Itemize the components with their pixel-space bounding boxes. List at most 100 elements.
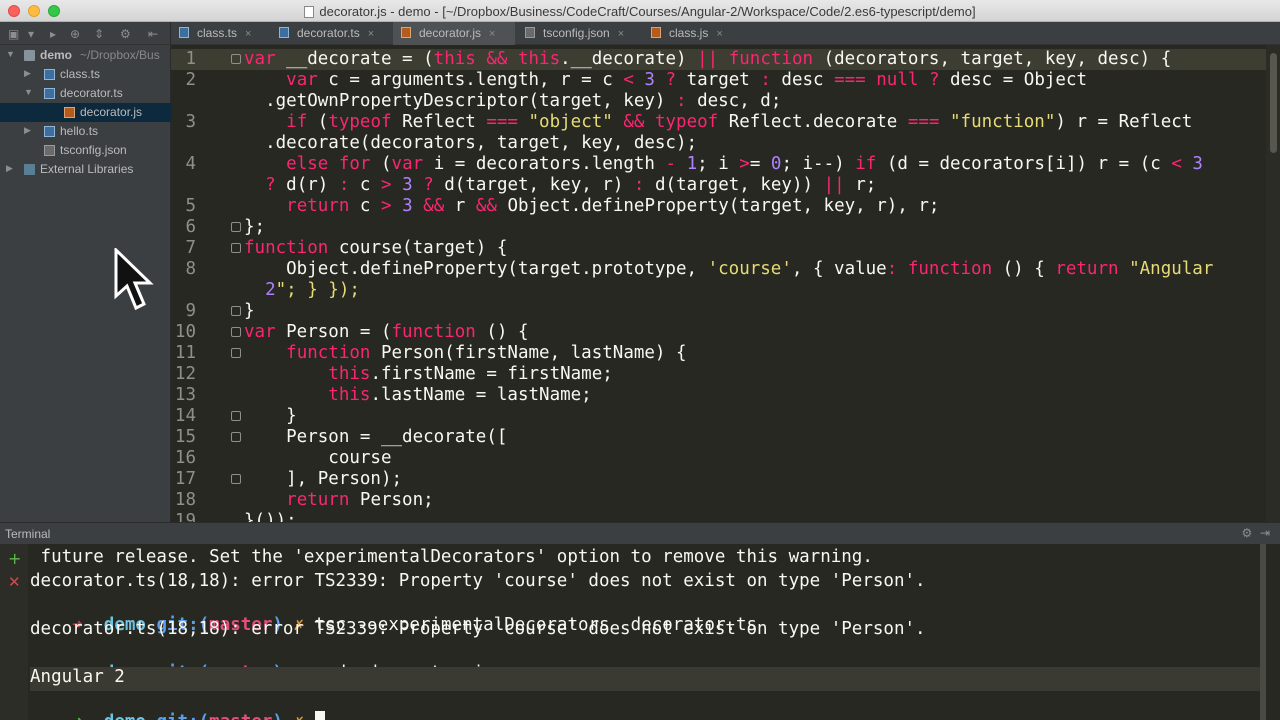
line-number: 16 (174, 448, 196, 468)
code-line[interactable]: 12 this.firstName = firstName; (171, 364, 1280, 385)
code-line[interactable]: 7 function course(target) { (171, 238, 1280, 259)
code-line[interactable]: 6}; (171, 217, 1280, 238)
close-icon[interactable]: × (618, 28, 624, 40)
code-text: ], Person); (244, 469, 403, 489)
code-line[interactable]: 8 Object.defineProperty(target.prototype… (171, 259, 1280, 280)
chevron-right-icon[interactable]: ▸ (50, 27, 56, 41)
code-text: return c > 3 && r && Object.defineProper… (286, 196, 940, 216)
gear-icon[interactable]: ⚙ (120, 27, 131, 41)
code-line[interactable]: 19}()); (171, 511, 1280, 522)
project-path: ~/Dropbox/Bus (80, 48, 160, 62)
code-text: this.firstName = firstName; (328, 364, 613, 384)
tree-item-project-root[interactable]: ▼ demo ~/Dropbox/Bus (0, 46, 171, 65)
line-number: 2 (185, 70, 196, 90)
json-file-icon (44, 145, 55, 156)
editor-scrollbar-thumb[interactable] (1270, 53, 1277, 153)
code-line[interactable]: 1 var __decorate = (this && this.__decora… (171, 49, 1280, 70)
fold-marker-icon[interactable] (231, 222, 241, 232)
code-line[interactable]: 4 else for (var i = decorators.length - … (171, 154, 1280, 175)
terminal-panel[interactable]: + ✕ future release. Set the 'experimenta… (0, 544, 1280, 720)
prompt-dir: demo (104, 712, 146, 720)
code-line[interactable]: 17 ], Person); (171, 469, 1280, 490)
new-session-icon[interactable]: + (8, 549, 21, 568)
code-text: if (typeof Reflect === "object" && typeo… (286, 112, 1193, 132)
chevron-right-icon[interactable]: ▶ (24, 125, 31, 136)
code-text: return Person; (286, 490, 434, 510)
code-text: .decorate(decorators, target, key, desc)… (244, 133, 698, 153)
fold-marker-icon[interactable] (231, 306, 241, 316)
line-number: 3 (185, 112, 196, 132)
hide-icon[interactable]: ⇤ (148, 27, 158, 41)
tab-decorator-ts[interactable]: decorator.ts × (271, 22, 393, 45)
chevron-right-icon[interactable]: ▶ (6, 163, 13, 174)
code-text: function Person(firstName, lastName) { (286, 343, 687, 363)
dropdown-icon[interactable]: ▾ (28, 27, 34, 41)
gear-icon[interactable]: ⚙ (1242, 526, 1253, 540)
fold-marker-icon[interactable] (231, 243, 241, 253)
code-line[interactable]: 18 return Person; (171, 490, 1280, 511)
fold-marker-icon[interactable] (231, 327, 241, 337)
tree-item-tsconfig-json[interactable]: tsconfig.json (0, 141, 171, 160)
tree-item-hello-ts[interactable]: ▶ hello.ts (0, 122, 171, 141)
close-icon[interactable]: × (245, 28, 251, 40)
code-line[interactable]: ? d(r) : c > 3 ? d(target, key, r) : d(t… (171, 175, 1280, 196)
tree-item-class-ts[interactable]: ▶ class.ts (0, 65, 171, 84)
fold-marker-icon[interactable] (231, 348, 241, 358)
code-line[interactable]: 10 var Person = (function () { (171, 322, 1280, 343)
typescript-file-icon (279, 27, 289, 38)
code-editor[interactable]: 1 var __decorate = (this && this.__decora… (171, 45, 1280, 522)
close-icon[interactable]: × (368, 28, 374, 40)
tab-label: tsconfig.json (543, 26, 610, 40)
chevron-right-icon[interactable]: ▶ (24, 68, 31, 79)
project-name: demo (40, 48, 73, 62)
project-view-icon[interactable]: ▣ (8, 27, 19, 41)
code-text: var c = arguments.length, r = c < 3 ? ta… (286, 70, 1088, 90)
code-line[interactable]: 2 var c = arguments.length, r = c < 3 ? … (171, 70, 1280, 91)
line-number: 10 (174, 322, 196, 342)
hide-icon[interactable]: ⇥ (1260, 526, 1270, 540)
code-line[interactable]: 13 this.lastName = lastName; (171, 385, 1280, 406)
tree-item-decorator-js[interactable]: decorator.js (0, 103, 171, 122)
code-text: .getOwnPropertyDescriptor(target, key) :… (244, 91, 782, 111)
code-line[interactable]: 14 } (171, 406, 1280, 427)
close-icon[interactable]: × (489, 28, 495, 40)
terminal-active-prompt[interactable]: ➜ demo git:(master) ✗ (30, 691, 1260, 720)
fold-marker-icon[interactable] (231, 474, 241, 484)
fold-marker-icon[interactable] (231, 432, 241, 442)
code-line[interactable]: .decorate(decorators, target, key, desc)… (171, 133, 1280, 154)
collapse-icon[interactable]: ⇕ (94, 27, 104, 41)
code-line[interactable]: .getOwnPropertyDescriptor(target, key) :… (171, 91, 1280, 112)
sidebar-toolbar: ▣ ▾ ▸ ⊕ ⇕ ⚙ ⇤ (0, 22, 170, 45)
tab-decorator-js[interactable]: decorator.js × (393, 22, 515, 45)
chevron-down-icon[interactable]: ▼ (24, 87, 33, 97)
editor-scrollbar[interactable] (1266, 45, 1280, 522)
tree-item-decorator-ts[interactable]: ▼ decorator.ts (0, 84, 171, 103)
terminal-sidebar: + ✕ (0, 544, 28, 720)
tree-item-label: decorator.js (80, 105, 143, 119)
code-line[interactable]: 11 function Person(firstName, lastName) … (171, 343, 1280, 364)
sync-icon[interactable]: ⊕ (70, 27, 80, 41)
close-session-icon[interactable]: ✕ (8, 573, 21, 591)
terminal-line: future release. Set the 'experimentalDec… (30, 547, 873, 567)
tab-tsconfig-json[interactable]: tsconfig.json × (517, 22, 643, 45)
fold-marker-icon[interactable] (231, 54, 241, 64)
window-title: decorator.js - demo - [~/Dropbox/Busines… (0, 4, 1280, 19)
tree-item-external-libraries[interactable]: ▶ External Libraries (0, 160, 171, 179)
chevron-down-icon[interactable]: ▼ (6, 49, 15, 59)
terminal-prompt-line: ➜ demo git:(master) ✗ tsc --experimental… (30, 595, 1260, 635)
line-number: 12 (174, 364, 196, 384)
code-line[interactable]: 15 Person = __decorate([ (171, 427, 1280, 448)
code-line[interactable]: 9} (171, 301, 1280, 322)
code-line[interactable]: 2"; } }); (171, 280, 1280, 301)
tab-class-js[interactable]: class.js × (643, 22, 743, 45)
code-line[interactable]: 16 course (171, 448, 1280, 469)
tab-class-ts[interactable]: class.ts × (171, 22, 271, 45)
code-line[interactable]: 5 return c > 3 && r && Object.defineProp… (171, 196, 1280, 217)
terminal-scrollbar[interactable] (1260, 544, 1266, 720)
terminal-line: decorator.ts(18,18): error TS2339: Prope… (30, 571, 926, 591)
prompt-git-close: ) (272, 712, 283, 720)
code-line[interactable]: 3 if (typeof Reflect === "object" && typ… (171, 112, 1280, 133)
close-icon[interactable]: × (716, 28, 722, 40)
fold-marker-icon[interactable] (231, 411, 241, 421)
terminal-output-line: Angular 2 (30, 667, 1260, 691)
